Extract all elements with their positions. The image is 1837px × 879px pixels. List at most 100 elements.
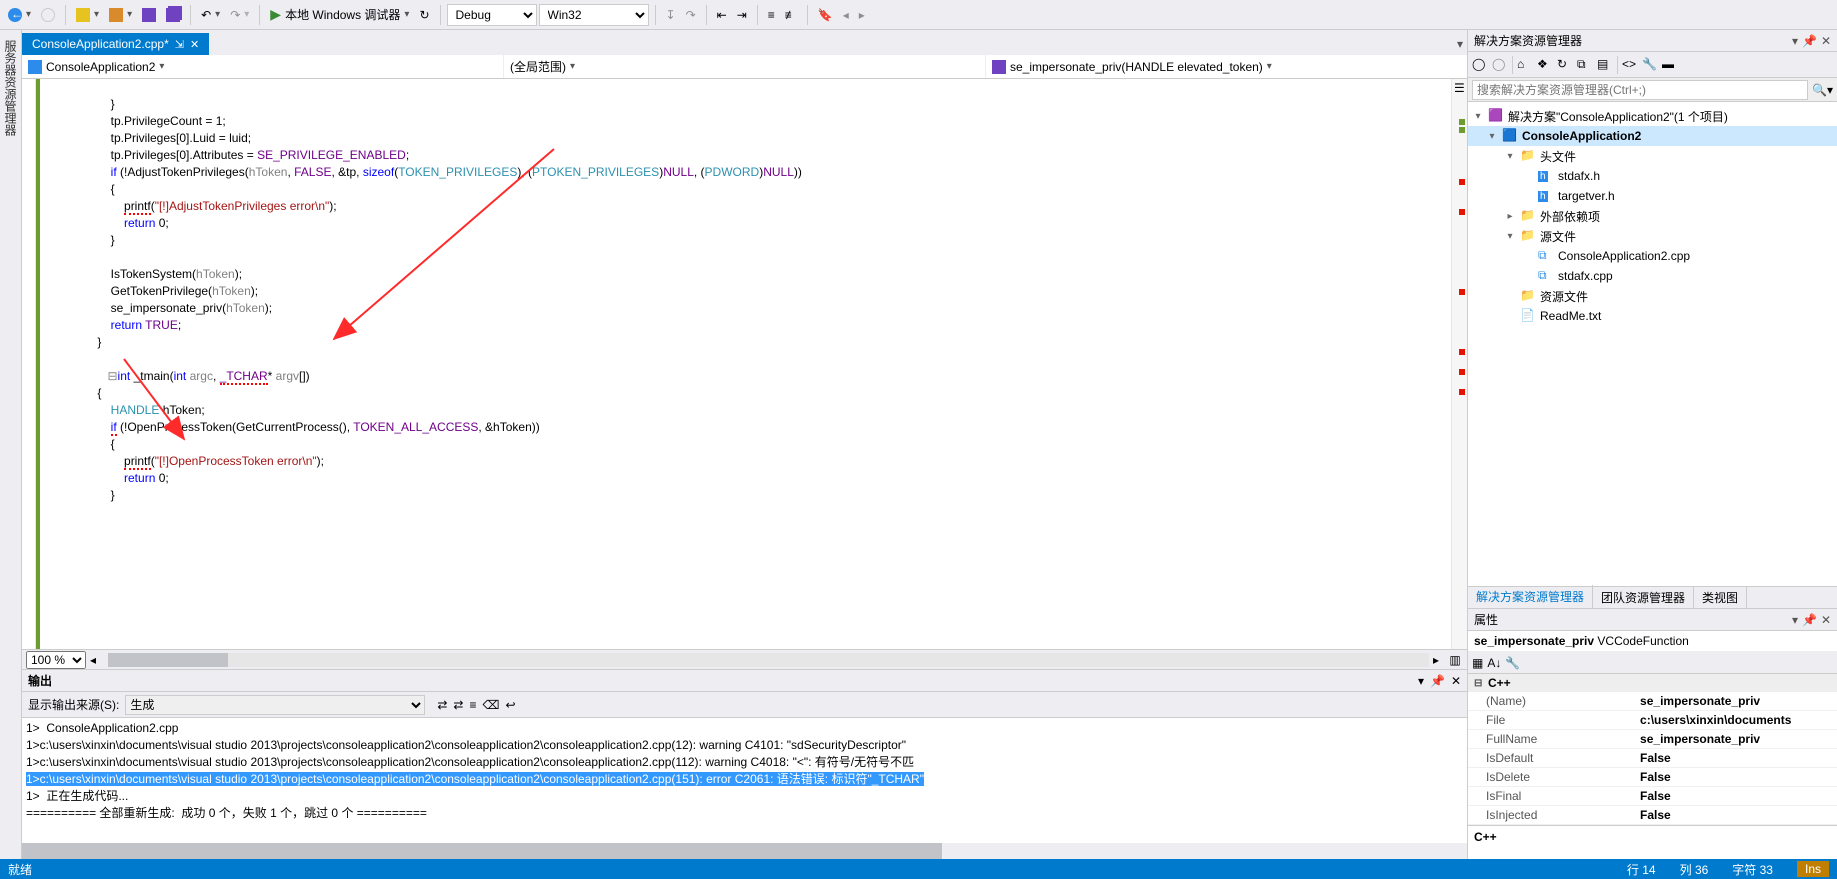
platform-select[interactable]: Win32	[539, 4, 649, 26]
search-dd-icon[interactable]: ▾	[1827, 83, 1833, 97]
props-object: se_impersonate_priv VCCodeFunction	[1468, 631, 1837, 652]
props-row[interactable]: FullNamese_impersonate_priv	[1468, 730, 1837, 749]
props-pin-icon[interactable]: 📌	[1802, 613, 1817, 627]
se-collapse-icon[interactable]: ⧉	[1577, 57, 1593, 73]
props-row[interactable]: (Name)se_impersonate_priv	[1468, 692, 1837, 711]
res-folder[interactable]: 资源文件	[1468, 286, 1837, 306]
search-icon[interactable]: 🔍	[1812, 83, 1827, 97]
save-button[interactable]	[138, 6, 160, 24]
sln-node[interactable]: ▾解决方案"ConsoleApplication2"(1 个项目)	[1468, 106, 1837, 126]
start-debug-button[interactable]: ▶本地 Windows 调试器	[266, 4, 413, 25]
start-debug-label: 本地 Windows 调试器	[285, 6, 400, 23]
solution-tree[interactable]: ▾解决方案"ConsoleApplication2"(1 个项目) ▾Conso…	[1468, 102, 1837, 586]
props-dropdown-icon[interactable]: ▾	[1792, 613, 1798, 627]
se-dark-icon[interactable]: ▬	[1662, 57, 1678, 73]
se-dropdown-icon[interactable]: ▾	[1792, 34, 1798, 48]
se-refresh-icon[interactable]: ↻	[1557, 57, 1573, 73]
out-tool-1-icon[interactable]: ⇄	[437, 698, 447, 712]
out-clear-icon[interactable]: ⌫	[482, 698, 499, 712]
new-item-button[interactable]	[72, 6, 103, 24]
file-stdafx-h[interactable]: stdafx.h	[1468, 166, 1837, 186]
status-ready: 就绪	[8, 861, 32, 878]
output-title: 输出	[28, 672, 52, 689]
tab-class-view[interactable]: 类视图	[1694, 586, 1747, 609]
nav-scope-select[interactable]: ConsoleApplication2	[22, 55, 504, 78]
se-pin-icon[interactable]: 📌	[1802, 34, 1817, 48]
se-sync-icon[interactable]: ❖	[1537, 57, 1553, 73]
props-wrench-icon[interactable]: 🔧	[1505, 656, 1520, 670]
nav-back-button[interactable]: ←	[4, 6, 35, 24]
close-icon[interactable]: ✕	[190, 38, 199, 51]
se-home-icon[interactable]: ⌂	[1517, 57, 1533, 73]
props-row[interactable]: IsDeleteFalse	[1468, 768, 1837, 787]
props-row[interactable]: IsFinalFalse	[1468, 787, 1837, 806]
output-body[interactable]: 1> ConsoleApplication2.cpp 1>c:\users\xi…	[22, 718, 1467, 843]
se-code-icon[interactable]: <>	[1622, 57, 1638, 73]
code-editor[interactable]: } tp.PrivilegeCount = 1; tp.Privileges[0…	[22, 79, 1467, 649]
nav-fwd-button[interactable]	[37, 6, 59, 24]
se-search-input[interactable]	[1472, 80, 1808, 100]
solution-explorer-search: 🔍 ▾	[1468, 78, 1837, 102]
file-tab-active[interactable]: ConsoleApplication2.cpp* ⇲ ✕	[22, 33, 209, 55]
output-h-scrollbar[interactable]	[22, 843, 1467, 859]
tab-team-explorer[interactable]: 团队资源管理器	[1593, 586, 1694, 609]
restart-icon[interactable]: ↻	[415, 6, 433, 24]
output-pin-icon[interactable]: 📌	[1430, 674, 1445, 688]
bookmark-next-icon[interactable]: ▸	[855, 6, 869, 24]
pin-icon[interactable]: ⇲	[175, 38, 184, 51]
props-cat-icon[interactable]: ▦	[1472, 656, 1483, 670]
indent-less-icon[interactable]: ⇤	[713, 6, 731, 24]
props-az-icon[interactable]: A↓	[1487, 656, 1501, 670]
nav-member-select[interactable]: se_impersonate_priv(HANDLE elevated_toke…	[986, 55, 1467, 78]
props-row[interactable]: Filec:\users\xinxin\documents	[1468, 711, 1837, 730]
step-into-icon[interactable]: ↧	[662, 6, 680, 24]
step-over-icon[interactable]: ↷	[682, 6, 700, 24]
h-scrollbar[interactable]	[108, 653, 1429, 667]
file-stdafx-cpp[interactable]: stdafx.cpp	[1468, 266, 1837, 286]
open-button[interactable]	[105, 6, 136, 24]
props-row[interactable]: IsDefaultFalse	[1468, 749, 1837, 768]
props-row[interactable]: IsInjectedFalse	[1468, 806, 1837, 825]
status-col: 列 36	[1680, 861, 1709, 878]
file-app-cpp[interactable]: ConsoleApplication2.cpp	[1468, 246, 1837, 266]
bookmark-icon[interactable]: 🔖	[814, 6, 837, 24]
split-view-icon[interactable]: ▥	[1447, 653, 1463, 667]
se-showall-icon[interactable]: ▤	[1597, 57, 1613, 73]
status-char: 字符 33	[1732, 861, 1773, 878]
out-tool-2-icon[interactable]: ⇄	[453, 698, 463, 712]
uncomment-icon[interactable]: ≢	[781, 6, 801, 24]
undo-button[interactable]: ↶	[197, 6, 224, 24]
out-wrap-icon[interactable]: ↩	[505, 698, 515, 712]
props-close-icon[interactable]: ✕	[1821, 613, 1831, 627]
config-select[interactable]: Debug	[447, 4, 537, 26]
tab-solution-explorer[interactable]: 解决方案资源管理器	[1468, 585, 1593, 610]
scroll-overview[interactable]: ☰	[1451, 79, 1467, 649]
se-fwd-icon[interactable]: ◯	[1492, 57, 1508, 73]
props-cat-cpp[interactable]: ⊟C++	[1468, 674, 1837, 692]
file-readme[interactable]: ReadMe.txt	[1468, 306, 1837, 326]
code-area[interactable]: } tp.PrivilegeCount = 1; tp.Privileges[0…	[84, 79, 1451, 649]
comment-icon[interactable]: ≡	[764, 6, 779, 24]
split-icon[interactable]: ☰	[1454, 81, 1465, 95]
se-prop-icon[interactable]: 🔧	[1642, 57, 1658, 73]
out-tool-3-icon[interactable]: ≡	[469, 698, 476, 712]
file-targetver-h[interactable]: targetver.h	[1468, 186, 1837, 206]
tab-overflow-icon[interactable]: ▾	[1453, 33, 1467, 55]
server-explorer-tab[interactable]: 服务器资源管理器	[0, 36, 21, 853]
output-close-icon[interactable]: ✕	[1451, 674, 1461, 688]
output-source-select[interactable]: 生成	[125, 695, 425, 715]
output-dropdown-icon[interactable]: ▾	[1418, 674, 1424, 688]
bookmark-prev-icon[interactable]: ◂	[839, 6, 853, 24]
redo-button[interactable]: ↷	[226, 6, 253, 24]
proj-node[interactable]: ▾ConsoleApplication2	[1468, 126, 1837, 146]
se-close-icon[interactable]: ✕	[1821, 34, 1831, 48]
src-folder[interactable]: ▾源文件	[1468, 226, 1837, 246]
headers-folder[interactable]: ▾头文件	[1468, 146, 1837, 166]
zoom-select[interactable]: 100 %	[26, 651, 86, 669]
save-all-button[interactable]	[162, 6, 184, 24]
nav-context-select[interactable]: (全局范围)	[504, 55, 986, 78]
indent-more-icon[interactable]: ⇥	[733, 6, 751, 24]
props-grid[interactable]: ⊟C++ (Name)se_impersonate_privFilec:\use…	[1468, 674, 1837, 825]
ext-deps-folder[interactable]: ▸外部依赖项	[1468, 206, 1837, 226]
se-back-icon[interactable]: ◯	[1472, 57, 1488, 73]
